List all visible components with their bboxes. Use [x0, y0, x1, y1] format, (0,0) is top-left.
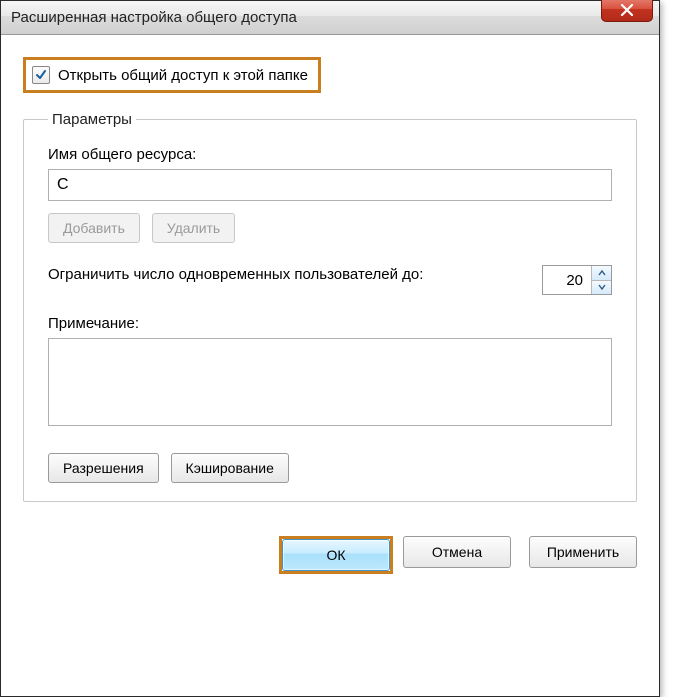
add-remove-row: Добавить Удалить — [48, 213, 612, 243]
ok-button-highlight: ОК — [279, 536, 393, 574]
cancel-button[interactable]: Отмена — [403, 536, 511, 568]
chevron-down-icon — [598, 284, 606, 290]
share-name-label: Имя общего ресурса: — [48, 146, 612, 163]
limit-users-label: Ограничить число одновременных пользоват… — [48, 265, 524, 285]
note-label: Примечание: — [48, 315, 612, 332]
spinner-buttons — [591, 266, 611, 294]
window-title: Расширенная настройка общего доступа — [11, 9, 297, 26]
spinner-down-button[interactable] — [592, 280, 611, 295]
remove-button[interactable]: Удалить — [152, 213, 235, 243]
chevron-up-icon — [598, 270, 606, 276]
share-folder-label: Открыть общий доступ к этой папке — [58, 67, 308, 84]
client-area: Открыть общий доступ к этой папке Параме… — [1, 35, 659, 518]
close-button[interactable] — [601, 0, 653, 22]
limit-row: Ограничить число одновременных пользоват… — [48, 265, 612, 295]
limit-users-value[interactable]: 20 — [543, 266, 591, 294]
limit-users-spinner[interactable]: 20 — [542, 265, 612, 295]
title-bar: Расширенная настройка общего доступа — [1, 1, 659, 35]
permissions-row: Разрешения Кэширование — [48, 453, 612, 483]
permissions-button[interactable]: Разрешения — [48, 453, 159, 483]
dialog-footer: ОК Отмена Применить — [1, 518, 659, 574]
spinner-up-button[interactable] — [592, 266, 611, 280]
parameters-legend: Параметры — [48, 111, 136, 128]
share-folder-highlight: Открыть общий доступ к этой папке — [23, 57, 321, 93]
dialog-window: Расширенная настройка общего доступа Отк… — [0, 0, 660, 697]
add-button[interactable]: Добавить — [48, 213, 140, 243]
ok-button[interactable]: ОК — [282, 539, 390, 571]
share-name-input[interactable] — [48, 169, 612, 201]
note-textarea[interactable] — [48, 338, 612, 426]
caching-button[interactable]: Кэширование — [171, 453, 289, 483]
close-icon — [620, 4, 634, 16]
apply-button[interactable]: Применить — [529, 536, 637, 568]
parameters-group: Параметры Имя общего ресурса: Добавить У… — [23, 111, 637, 502]
checkmark-icon — [35, 69, 47, 81]
share-folder-checkbox[interactable] — [32, 66, 50, 84]
